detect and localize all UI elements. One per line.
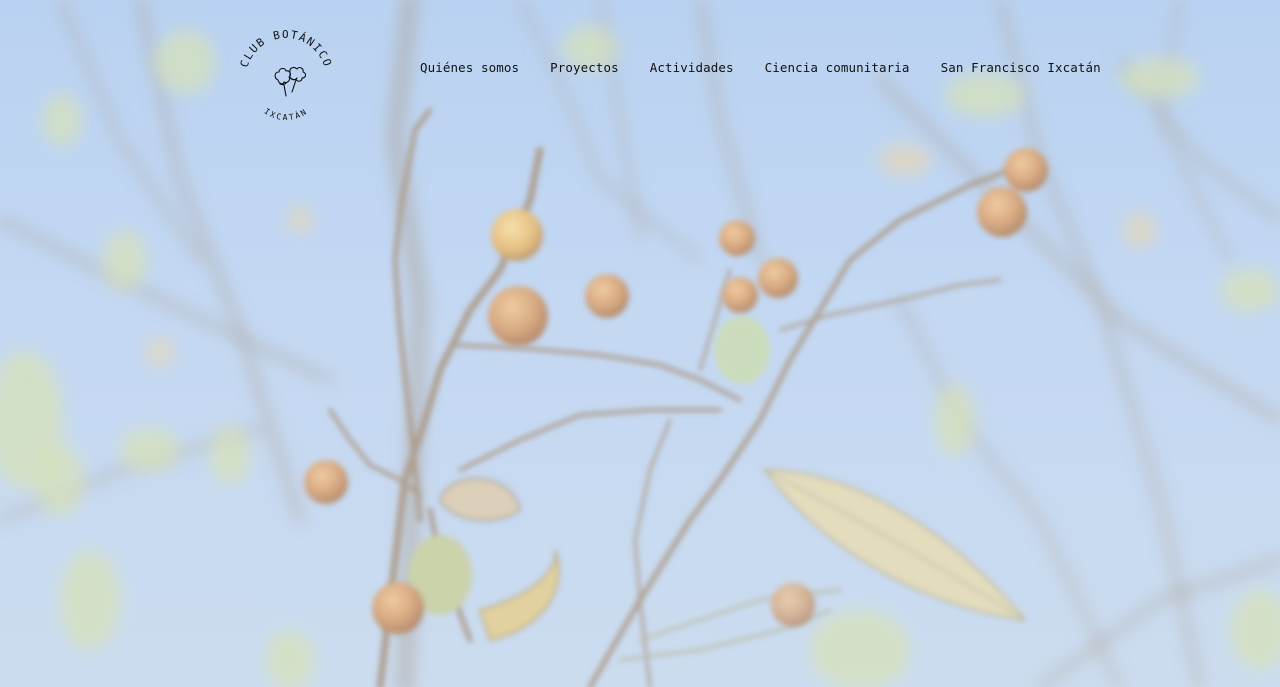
nav-item-actividades[interactable]: Actividades	[650, 60, 734, 75]
club-botanico-logo[interactable]: CLUB BOTÁNICO IXCATÁN	[232, 22, 340, 130]
main-navigation: Quiénes somos Proyectos Actividades Cien…	[420, 60, 1101, 75]
logo-bottom-text: IXCATÁN	[263, 107, 310, 122]
nav-item-san-francisco-ixcatan[interactable]: San Francisco Ixcatán	[941, 60, 1101, 75]
nav-item-quienes-somos[interactable]: Quiénes somos	[420, 60, 519, 75]
logo-top-text: CLUB BOTÁNICO	[238, 28, 335, 69]
nav-item-ciencia-comunitaria[interactable]: Ciencia comunitaria	[765, 60, 910, 75]
cotton-flower-icon	[274, 67, 307, 97]
hero-section: CLUB BOTÁNICO IXCATÁN Quiénes somos Proy…	[0, 0, 1280, 687]
photo-overlay	[0, 0, 1280, 687]
nav-item-proyectos[interactable]: Proyectos	[550, 60, 619, 75]
